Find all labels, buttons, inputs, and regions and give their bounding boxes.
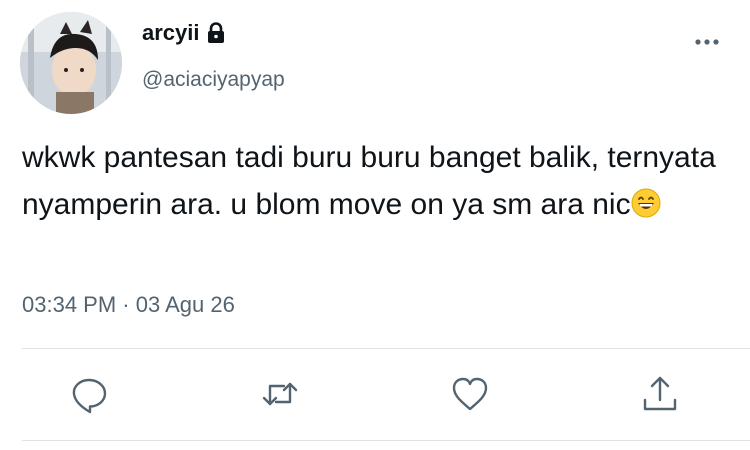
user-name-row: arcyii — [142, 20, 226, 46]
user-handle[interactable]: @aciaciyapyap — [142, 68, 285, 92]
like-button[interactable] — [450, 374, 490, 414]
divider — [22, 440, 750, 441]
retweet-icon — [262, 382, 298, 406]
share-icon — [643, 376, 677, 411]
tweet-time: 03:34 PM — [22, 292, 117, 317]
avatar-photo — [20, 12, 122, 114]
tweet-timestamp[interactable]: 03:34 PM · 03 Agu 26 — [22, 292, 235, 318]
tweet-date: 03 Agu 26 — [135, 292, 235, 317]
like-icon — [452, 377, 488, 411]
grinning-face-emoji — [631, 185, 661, 218]
share-button[interactable] — [640, 374, 680, 414]
divider — [22, 348, 750, 349]
retweet-button[interactable] — [260, 374, 300, 414]
more-options-icon[interactable] — [694, 34, 720, 45]
tweet-body: wkwk pantesan tadi buru buru banget bali… — [22, 141, 716, 221]
action-bar — [0, 374, 750, 418]
lock-icon — [206, 22, 226, 44]
reply-icon — [72, 378, 107, 414]
meta-separator: · — [122, 292, 130, 317]
avatar[interactable] — [20, 12, 122, 114]
display-name[interactable]: arcyii — [142, 20, 200, 46]
reply-button[interactable] — [69, 374, 109, 414]
tweet-text: wkwk pantesan tadi buru buru banget bali… — [22, 134, 732, 228]
